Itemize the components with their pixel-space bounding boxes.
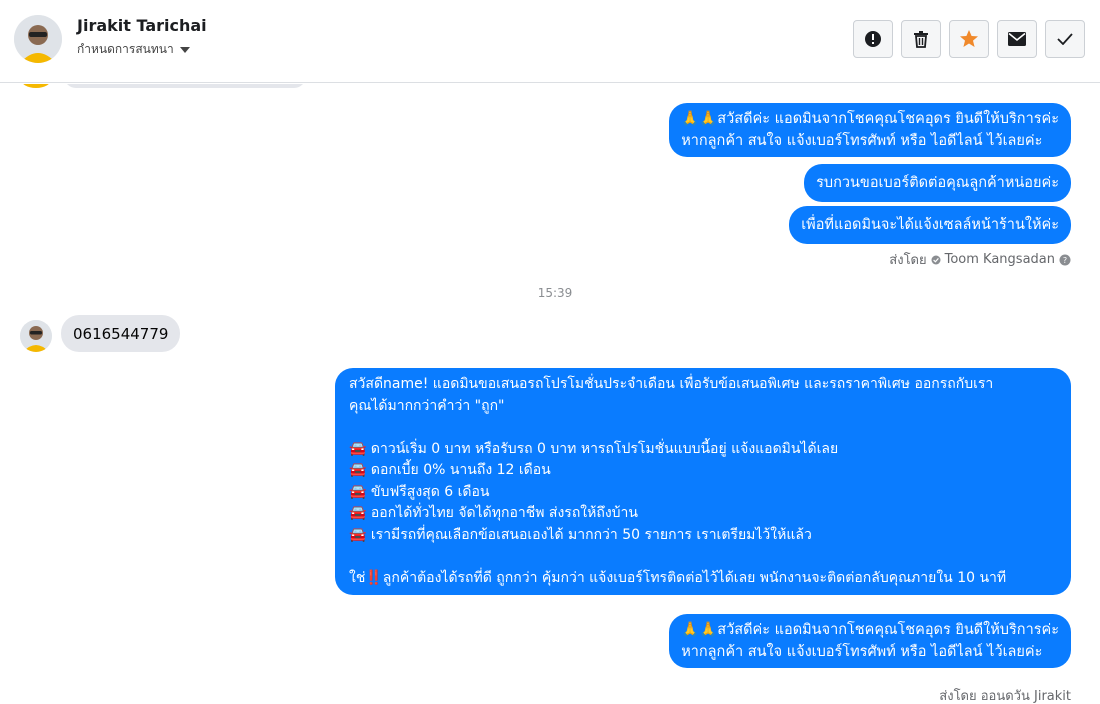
help-icon[interactable]: ? <box>1059 254 1071 266</box>
sent-by-info-partial: ส่งโดย ออนดวัน Jirakit <box>939 685 1071 704</box>
message-thread[interactable]: 🙏🙏สวัสดีค่ะ แอดมินจากโชคคุณโชคอุดร ยินดี… <box>0 84 1100 704</box>
promo-closing: ใช่‼️ลูกค้าต้องได้รถที่ดี ถูกกว่า คุ้มกว… <box>349 568 1057 590</box>
pray-emoji: 🙏🙏 <box>681 622 718 638</box>
message-text: สวัสดีค่ะ แอดมินจากโชคคุณโชคอุดร ยินดีให… <box>717 111 1059 127</box>
avatar <box>20 84 52 88</box>
report-spam-button[interactable] <box>853 20 893 58</box>
outgoing-message: 🙏🙏สวัสดีค่ะ แอดมินจากโชคคุณโชคอุดร ยินดี… <box>669 103 1071 157</box>
check-circle-icon <box>931 255 941 264</box>
car-icon: 🚘 <box>349 462 367 478</box>
promo-bullet: 🚘 ดาวน์เริ่ม 0 บาท หรือรับรถ 0 บาท หารถโ… <box>349 439 1057 461</box>
incoming-message: 0616544779 <box>61 315 181 352</box>
promo-bullet: 🚘 เรามีรถที่คุณเลือกข้อเสนอเองได้ มากกว่… <box>349 525 1057 547</box>
sent-by-label: ส่งโดย ออนดวัน Jirakit <box>939 689 1071 704</box>
message-text: หากลูกค้า สนใจ แจ้งเบอร์โทรศัพท์ หรือ ไอ… <box>681 133 1043 149</box>
contact-avatar[interactable] <box>14 15 62 63</box>
message-text: เพื่อที่แอดมินจะได้แจ้งเซลล์หน้าร้านให้ค… <box>801 217 1059 233</box>
sender-name[interactable]: Toom Kangsadan <box>945 252 1055 267</box>
star-button[interactable] <box>949 20 989 58</box>
message-text: รบกวนขอเบอร์ติดต่อคุณลูกค้าหน่อยค่ะ <box>816 175 1059 191</box>
outgoing-message: เพื่อที่แอดมินจะได้แจ้งเซลล์หน้าร้านให้ค… <box>789 206 1071 244</box>
caret-down-icon <box>179 46 190 53</box>
assign-conversation-label: กำหนดการสนทนา <box>77 42 174 56</box>
outgoing-message: 🙏🙏สวัสดีค่ะ แอดมินจากโชคคุณโชคอุดร ยินดี… <box>669 614 1071 668</box>
conversation-header: Jirakit Tarichai กำหนดการสนทนา <box>0 0 1100 83</box>
sent-by-label: ส่งโดย <box>889 253 927 268</box>
alert-icon <box>865 31 881 47</box>
promo-bullet: 🚘 ดอกเบี้ย 0% นานถึง 12 เดือน <box>349 460 1057 482</box>
mark-done-button[interactable] <box>1045 20 1085 58</box>
time-separator: 15:39 <box>537 286 573 300</box>
checkmark-icon <box>1057 33 1073 45</box>
promo-bullet: 🚘 ออกได้ทั่วไทย จัดได้ทุกอาชีพ ส่งรถให้ถ… <box>349 503 1057 525</box>
car-icon: 🚘 <box>349 483 367 500</box>
mark-unread-button[interactable] <box>997 20 1037 58</box>
promo-intro: สวัสดีname! แอดมินขอเสนอรถโปรโมชั่นประจำ… <box>349 376 994 392</box>
assign-conversation-dropdown[interactable]: กำหนดการสนทนา <box>77 40 190 59</box>
contact-name[interactable]: Jirakit Tarichai <box>77 16 207 35</box>
mail-icon <box>1008 32 1026 46</box>
trash-icon <box>914 31 928 48</box>
car-icon: 🚘 <box>349 505 367 521</box>
pray-emoji: 🙏🙏 <box>681 111 718 127</box>
contact-avatar-small[interactable] <box>20 320 52 352</box>
incoming-message-partial <box>64 84 306 88</box>
promo-intro: คุณได้มากกว่าคำว่า "ถูก" <box>349 397 505 414</box>
message-text: หากลูกค้า สนใจ แจ้งเบอร์โทรศัพท์ หรือ ไอ… <box>681 644 1043 660</box>
star-icon <box>960 30 978 47</box>
car-icon: 🚘 <box>349 440 367 457</box>
svg-text:?: ? <box>1063 256 1067 265</box>
car-icon: 🚘 <box>349 526 367 543</box>
sent-by-info: ส่งโดย Toom Kangsadan ? <box>889 249 1071 270</box>
outgoing-message: รบกวนขอเบอร์ติดต่อคุณลูกค้าหน่อยค่ะ <box>804 164 1071 202</box>
message-text: 0616544779 <box>73 325 169 343</box>
outgoing-promo-message: สวัสดีname! แอดมินขอเสนอรถโปรโมชั่นประจำ… <box>335 368 1071 595</box>
promo-bullet: 🚘 ขับฟรีสูงสุด 6 เดือน <box>349 482 1057 504</box>
delete-button[interactable] <box>901 20 941 58</box>
message-text: สวัสดีค่ะ แอดมินจากโชคคุณโชคอุดร ยินดีให… <box>717 622 1059 638</box>
double-exclamation-emoji: ‼️ <box>365 569 383 586</box>
